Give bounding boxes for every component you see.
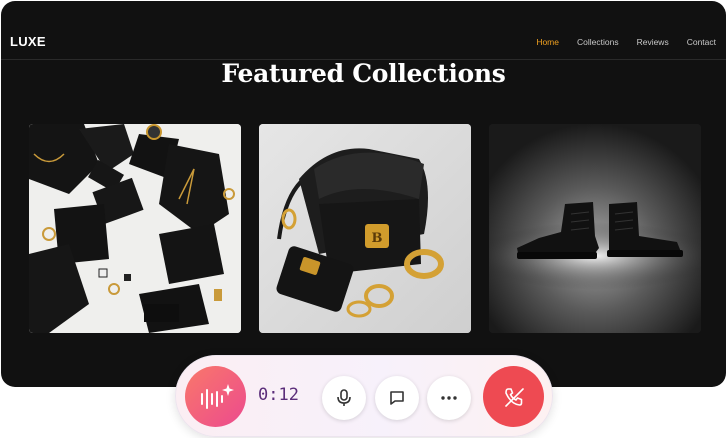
collection-card-apparel[interactable] bbox=[29, 124, 241, 333]
app-window: LUXE Home Collections Reviews Contact Fe… bbox=[1, 1, 726, 387]
ai-voice-button[interactable] bbox=[185, 366, 246, 427]
nav-link-collections[interactable]: Collections bbox=[577, 37, 619, 47]
ai-voice-icon bbox=[200, 383, 234, 409]
chat-button[interactable] bbox=[375, 376, 419, 420]
microphone-button[interactable] bbox=[322, 376, 366, 420]
call-timer: 0:12 bbox=[258, 385, 299, 405]
microphone-icon bbox=[337, 389, 351, 406]
more-options-button[interactable] bbox=[427, 376, 471, 420]
handbag-image: B bbox=[259, 124, 471, 333]
call-control-bar: 0:12 bbox=[175, 355, 553, 437]
boots-image bbox=[489, 124, 701, 333]
page-title: Featured Collections bbox=[221, 59, 506, 88]
chat-bubble-icon bbox=[390, 391, 404, 405]
nav-link-contact[interactable]: Contact bbox=[687, 37, 716, 47]
end-call-button[interactable] bbox=[483, 366, 544, 427]
nav-link-home[interactable]: Home bbox=[536, 37, 559, 47]
collection-card-footwear[interactable] bbox=[489, 124, 701, 333]
end-call-icon bbox=[504, 387, 524, 407]
top-nav: LUXE Home Collections Reviews Contact bbox=[1, 1, 726, 60]
svg-text:B: B bbox=[372, 231, 383, 246]
nav-link-reviews[interactable]: Reviews bbox=[637, 37, 669, 47]
nav-links: Home Collections Reviews Contact bbox=[518, 37, 716, 47]
more-icon bbox=[441, 396, 457, 400]
collection-card-handbags[interactable]: B bbox=[259, 124, 471, 333]
brand-logo[interactable]: LUXE bbox=[10, 34, 46, 49]
apparel-flatlay-image bbox=[29, 124, 241, 333]
